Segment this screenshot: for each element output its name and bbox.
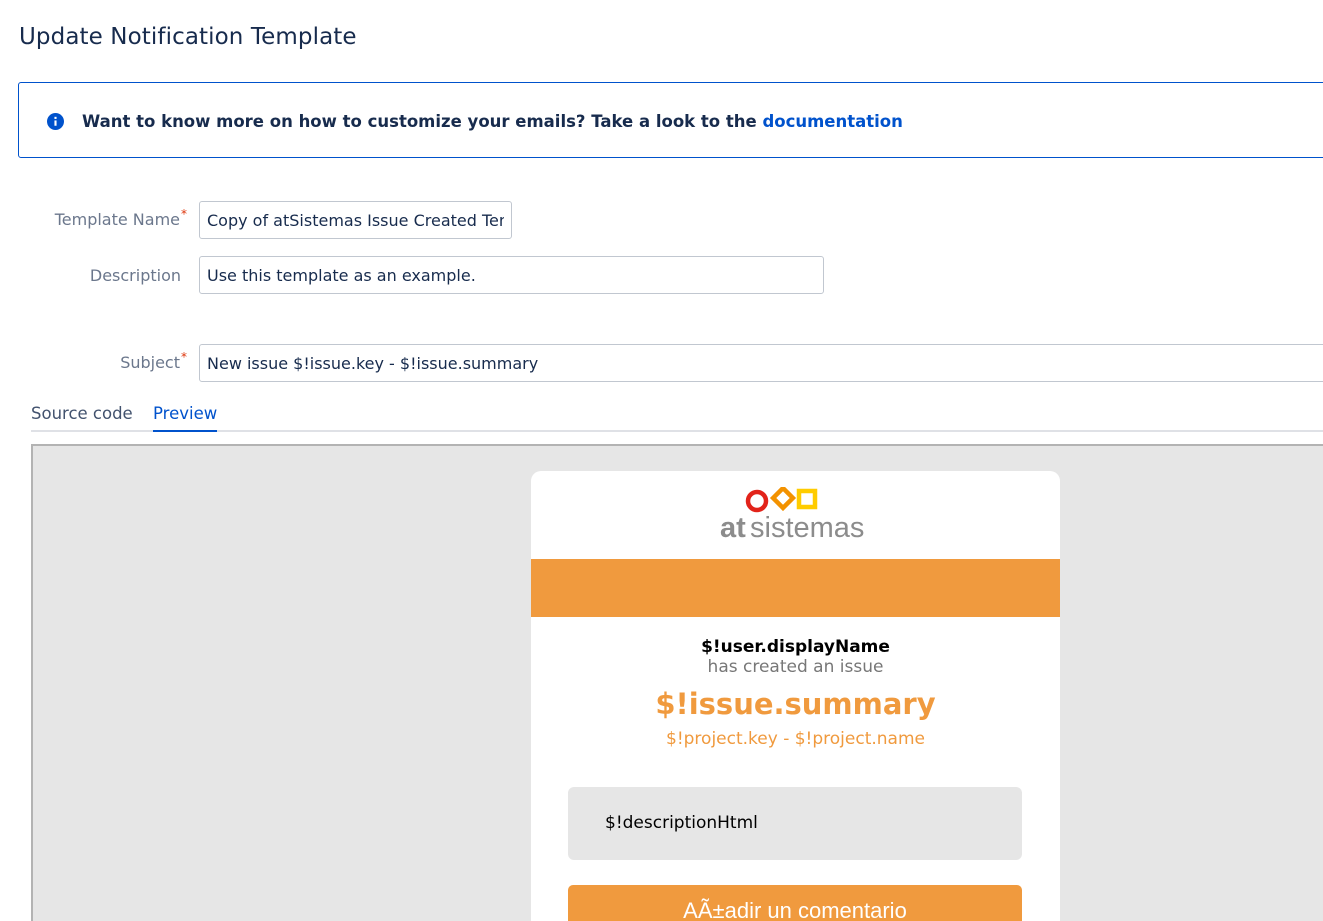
required-marker: * bbox=[181, 207, 187, 221]
description-label: Description bbox=[89, 266, 181, 285]
atsistemas-logo: at sistemas bbox=[720, 487, 864, 544]
email-project-info: $!project.key - $!project.name bbox=[666, 729, 925, 749]
template-name-label-text: Template Name bbox=[54, 210, 180, 229]
page-title: Update Notification Template bbox=[19, 24, 357, 50]
info-icon bbox=[47, 113, 64, 130]
subject-label: Subject* bbox=[17, 350, 187, 372]
editor-tabs: Source code Preview bbox=[31, 402, 1323, 432]
tab-preview[interactable]: Preview bbox=[153, 402, 218, 432]
info-message: Want to know more on how to customize yo… bbox=[18, 82, 1323, 158]
template-name-label: Template Name* bbox=[17, 207, 187, 229]
preview-frame: at sistemas $!user.displayName has creat… bbox=[31, 444, 1323, 921]
update-notification-template-page: Update Notification Template Want to kno… bbox=[0, 0, 1323, 921]
info-text: Want to know more on how to customize yo… bbox=[82, 112, 903, 131]
documentation-link[interactable]: documentation bbox=[762, 112, 902, 131]
info-text-body: Want to know more on how to customize yo… bbox=[82, 112, 763, 131]
email-description-box: $!descriptionHtml bbox=[568, 787, 1022, 860]
subject-label-text: Subject bbox=[120, 353, 180, 372]
email-card: at sistemas $!user.displayName has creat… bbox=[531, 471, 1060, 921]
logo-text-sistemas: sistemas bbox=[750, 512, 864, 544]
subject-input[interactable] bbox=[199, 344, 1323, 382]
tab-source-code[interactable]: Source code bbox=[31, 402, 133, 430]
email-user-name: $!user.displayName bbox=[701, 637, 890, 657]
required-marker: * bbox=[181, 350, 187, 364]
email-description-text: $!descriptionHtml bbox=[605, 813, 758, 833]
email-issue-summary: $!issue.summary bbox=[655, 687, 936, 721]
template-name-input[interactable] bbox=[199, 201, 512, 239]
logo-text-at: at bbox=[720, 512, 746, 544]
description-input[interactable] bbox=[199, 256, 824, 294]
add-comment-button[interactable]: AÃ±adir un comentario bbox=[568, 885, 1022, 921]
email-action-text: has created an issue bbox=[707, 657, 884, 677]
email-header-bar bbox=[531, 559, 1060, 617]
